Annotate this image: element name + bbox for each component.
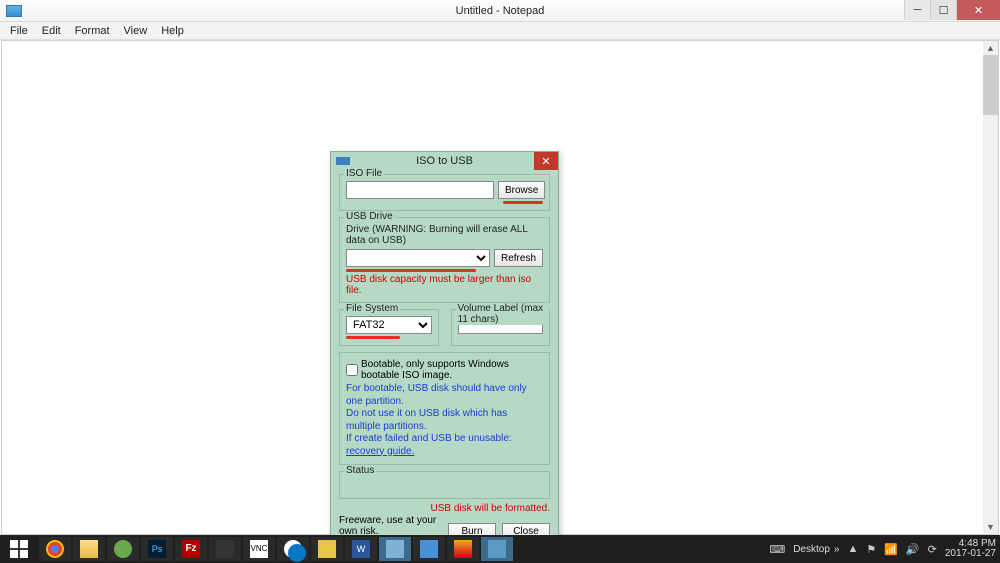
fs-volume-row: File System FAT32 Volume Label (max 11 c… (339, 309, 550, 346)
dialog-close-button[interactable]: ✕ (534, 152, 558, 170)
photoshop-icon: Ps (148, 540, 166, 558)
annotation-mark (346, 336, 400, 339)
menu-edit[interactable]: Edit (36, 24, 67, 38)
volume-label-label: Volume Label (max 11 chars) (456, 303, 550, 325)
notepad-taskbar-icon (386, 540, 404, 558)
menu-file[interactable]: File (4, 24, 34, 38)
refresh-button[interactable]: Refresh (494, 249, 543, 267)
taskbar-app-orange[interactable] (447, 537, 479, 561)
dialog-app-icon (336, 157, 350, 165)
network-icon[interactable]: 📶 (884, 543, 898, 556)
iso-file-label: ISO File (344, 168, 384, 179)
filesystem-select[interactable]: FAT32 (346, 316, 432, 334)
bootable-group: Bootable, only supports Windows bootable… (339, 352, 550, 465)
vnc-icon: VNC (250, 540, 268, 558)
drive-warning-label: Drive (WARNING: Burning will erase ALL d… (346, 224, 543, 246)
bootable-info: For bootable, USB disk should have only … (346, 383, 543, 458)
dialog-title: ISO to USB (416, 155, 473, 167)
windows-logo-icon (10, 540, 28, 558)
notepad-titlebar: Untitled - Notepad ─ ☐ ✕ (0, 0, 1000, 22)
bootable-check-label: Bootable, only supports Windows bootable… (361, 359, 543, 381)
taskbar-app-yellow[interactable] (311, 537, 343, 561)
maximize-button[interactable]: ☐ (930, 0, 956, 20)
green-circle-icon (114, 540, 132, 558)
yellow-app-icon (318, 540, 336, 558)
start-button[interactable] (0, 535, 38, 563)
drive-select[interactable] (346, 249, 490, 267)
menu-format[interactable]: Format (69, 24, 116, 38)
taskbar-teamviewer[interactable] (277, 537, 309, 561)
desktop-label: Desktop (793, 544, 830, 555)
close-window-button[interactable]: ✕ (956, 0, 1000, 20)
blue-app-icon (420, 540, 438, 558)
annotation-mark (503, 201, 543, 204)
window-controls: ─ ☐ ✕ (904, 0, 1000, 20)
scroll-down-icon[interactable]: ▼ (983, 520, 998, 534)
freeware-text: Freeware, use at your own risk. (339, 515, 448, 537)
minimize-button[interactable]: ─ (904, 0, 930, 20)
chevron-icon: » (834, 544, 840, 555)
sync-icon[interactable]: ⟳ (928, 543, 937, 556)
notepad-icon (6, 5, 22, 17)
taskbar-explorer[interactable] (73, 537, 105, 561)
taskbar: Ps Fz VNC W ⌨ Desktop » ▲ ⚑ 📶 🔊 ⟳ 4:48 P… (0, 535, 1000, 563)
menubar: File Edit Format View Help (0, 22, 1000, 40)
taskbar-photoshop[interactable]: Ps (141, 537, 173, 561)
annotation-mark (346, 269, 476, 272)
chrome-icon (46, 540, 64, 558)
iso-app-icon (488, 540, 506, 558)
menu-view[interactable]: View (118, 24, 154, 38)
volume-label-group: Volume Label (max 11 chars) (451, 309, 551, 346)
browse-button[interactable]: Browse (498, 181, 545, 199)
dark-app-icon (216, 540, 234, 558)
window-title: Untitled - Notepad (456, 5, 545, 17)
bootable-line2: Do not use it on USB disk which has mult… (346, 408, 543, 433)
file-system-label: File System (344, 303, 400, 314)
iso-to-usb-dialog: ISO to USB ✕ ISO File Browse USB Drive D… (330, 151, 559, 557)
scroll-thumb[interactable] (983, 55, 998, 115)
system-tray: ⌨ Desktop » ▲ ⚑ 📶 🔊 ⟳ 4:48 PM 2017-01-27 (769, 535, 1000, 563)
word-icon: W (352, 540, 370, 558)
taskbar-app-blue[interactable] (413, 537, 445, 561)
taskbar-iso-app[interactable] (481, 537, 513, 561)
volume-icon[interactable]: 🔊 (906, 543, 920, 556)
recovery-guide-link[interactable]: recovery guide. (346, 446, 414, 457)
teamviewer-icon (284, 540, 302, 558)
bootable-checkbox[interactable] (346, 364, 358, 376)
orange-app-icon (454, 540, 472, 558)
date-text: 2017-01-27 (945, 549, 996, 560)
taskbar-vnc[interactable]: VNC (243, 537, 275, 561)
taskbar-app-green[interactable] (107, 537, 139, 561)
taskbar-chrome[interactable] (39, 537, 71, 561)
capacity-warning: USB disk capacity must be larger than is… (346, 274, 543, 296)
bootable-line3: If create failed and USB be unusable: re… (346, 433, 543, 458)
scroll-up-icon[interactable]: ▲ (983, 41, 998, 55)
iso-file-group: ISO File Browse (339, 174, 550, 211)
usb-drive-group: USB Drive Drive (WARNING: Burning will e… (339, 217, 550, 303)
taskbar-app-dark[interactable] (209, 537, 241, 561)
file-system-group: File System FAT32 (339, 309, 439, 346)
tray-up-icon[interactable]: ▲ (847, 543, 858, 555)
bootable-line1: For bootable, USB disk should have only … (346, 383, 543, 408)
vertical-scrollbar[interactable]: ▲ ▼ (983, 41, 998, 534)
usb-drive-label: USB Drive (344, 211, 395, 222)
status-group: Status (339, 471, 550, 499)
desktop-toolbar[interactable]: Desktop » (793, 544, 839, 555)
keyboard-icon[interactable]: ⌨ (769, 543, 785, 556)
filezilla-icon: Fz (182, 540, 200, 558)
clock[interactable]: 4:48 PM 2017-01-27 (945, 539, 996, 560)
bootable-checkbox-row[interactable]: Bootable, only supports Windows bootable… (346, 359, 543, 381)
taskbar-word[interactable]: W (345, 537, 377, 561)
taskbar-notepad[interactable] (379, 537, 411, 561)
format-warning: USB disk will be formatted. (431, 503, 551, 514)
status-label: Status (344, 465, 376, 476)
flag-icon[interactable]: ⚑ (866, 543, 876, 556)
iso-path-input[interactable] (346, 181, 494, 199)
taskbar-filezilla[interactable]: Fz (175, 537, 207, 561)
folder-icon (80, 540, 98, 558)
menu-help[interactable]: Help (155, 24, 190, 38)
